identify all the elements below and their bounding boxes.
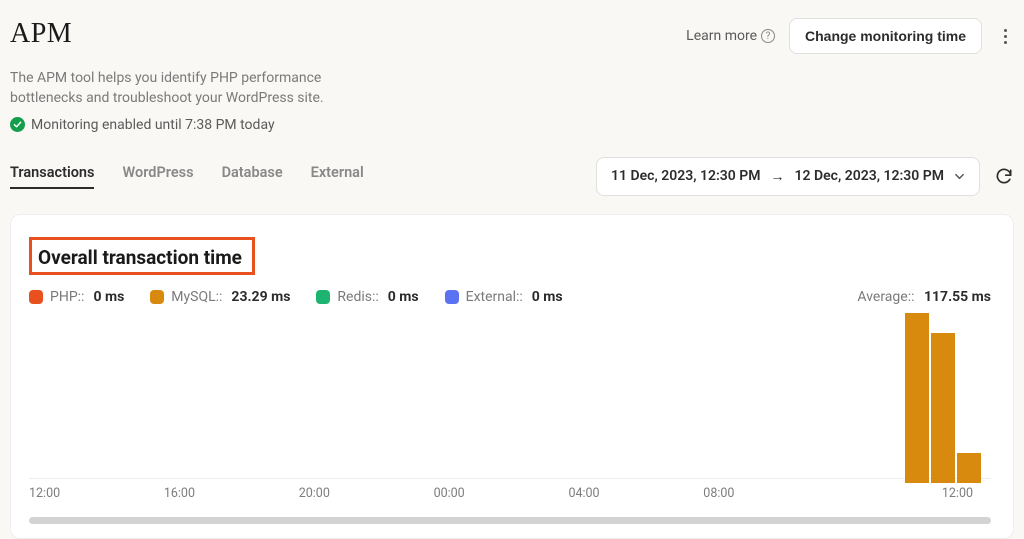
x-tick: 08:00: [703, 486, 838, 501]
legend-label: PHP::: [50, 289, 84, 305]
page-title: APM: [10, 18, 72, 50]
chart-bar: [905, 313, 929, 483]
average-label: Average::: [857, 289, 914, 305]
tab-database[interactable]: Database: [222, 164, 283, 189]
legend-value: 0 ms: [93, 289, 124, 305]
date-to: 12 Dec, 2023, 12:30 PM: [795, 168, 944, 184]
chart-baseline: [29, 478, 991, 479]
horizontal-scrollbar[interactable]: [29, 517, 991, 524]
tab-transactions[interactable]: Transactions: [10, 164, 94, 189]
refresh-icon[interactable]: [994, 166, 1014, 186]
tab-external[interactable]: External: [311, 164, 364, 189]
legend-swatch: [316, 290, 330, 304]
legend-item: PHP::0 ms: [29, 289, 124, 305]
x-tick: 20:00: [299, 486, 434, 501]
chevron-down-icon: [954, 171, 965, 182]
page-subtitle: The APM tool helps you identify PHP perf…: [10, 68, 390, 109]
legend-item: External::0 ms: [445, 289, 563, 305]
legend-swatch: [29, 290, 43, 304]
legend-item: MySQL::23.29 ms: [150, 289, 290, 305]
check-circle-icon: [10, 117, 25, 132]
arrow-right-icon: →: [771, 168, 785, 185]
date-range-selector[interactable]: 11 Dec, 2023, 12:30 PM → 12 Dec, 2023, 1…: [596, 157, 980, 196]
legend-label: External::: [466, 289, 523, 305]
chart-legend: PHP::0 msMySQL::23.29 msRedis::0 msExter…: [29, 289, 563, 305]
legend-label: MySQL::: [171, 289, 222, 305]
overall-transaction-card: Overall transaction time PHP::0 ms MySQL:…: [10, 214, 1014, 539]
legend-value: 23.29 ms: [231, 289, 290, 305]
monitoring-status: Monitoring enabled until 7:38 PM today: [10, 117, 1014, 133]
chart-bar: [931, 333, 955, 483]
legend-label: Redis::: [337, 289, 378, 305]
status-text: Monitoring enabled until 7:38 PM today: [31, 117, 275, 133]
date-from: 11 Dec, 2023, 12:30 PM: [611, 168, 760, 184]
x-tick: 12:00: [838, 486, 991, 501]
more-menu-icon[interactable]: [996, 25, 1014, 48]
change-monitoring-time-button[interactable]: Change monitoring time: [789, 18, 982, 54]
card-title: Overall transaction time: [38, 246, 242, 269]
legend-value: 0 ms: [532, 289, 563, 305]
tabs: Transactions WordPress Database External: [10, 164, 364, 189]
x-tick: 16:00: [164, 486, 299, 501]
legend-swatch: [445, 290, 459, 304]
average-value: 117.55 ms: [924, 289, 991, 305]
legend-item: Redis::0 ms: [316, 289, 418, 305]
card-title-highlight: Overall transaction time: [29, 237, 255, 275]
chart-area: 12:0016:0020:0000:0004:0008:0012:00: [29, 315, 991, 505]
learn-more-label: Learn more: [686, 28, 757, 44]
x-axis-labels: 12:0016:0020:0000:0004:0008:0012:00: [29, 486, 991, 501]
x-tick: 04:00: [568, 486, 703, 501]
average-display: Average:: 117.55 ms: [857, 289, 991, 305]
header-actions: Learn more ? Change monitoring time: [686, 18, 1014, 54]
chart-bar: [957, 453, 981, 483]
x-tick: 12:00: [29, 486, 164, 501]
chart-bars: [905, 313, 981, 483]
learn-more-link[interactable]: Learn more ?: [686, 28, 775, 44]
x-tick: 00:00: [434, 486, 569, 501]
legend-value: 0 ms: [388, 289, 419, 305]
tab-wordpress[interactable]: WordPress: [122, 164, 193, 189]
help-icon: ?: [761, 29, 775, 43]
legend-swatch: [150, 290, 164, 304]
